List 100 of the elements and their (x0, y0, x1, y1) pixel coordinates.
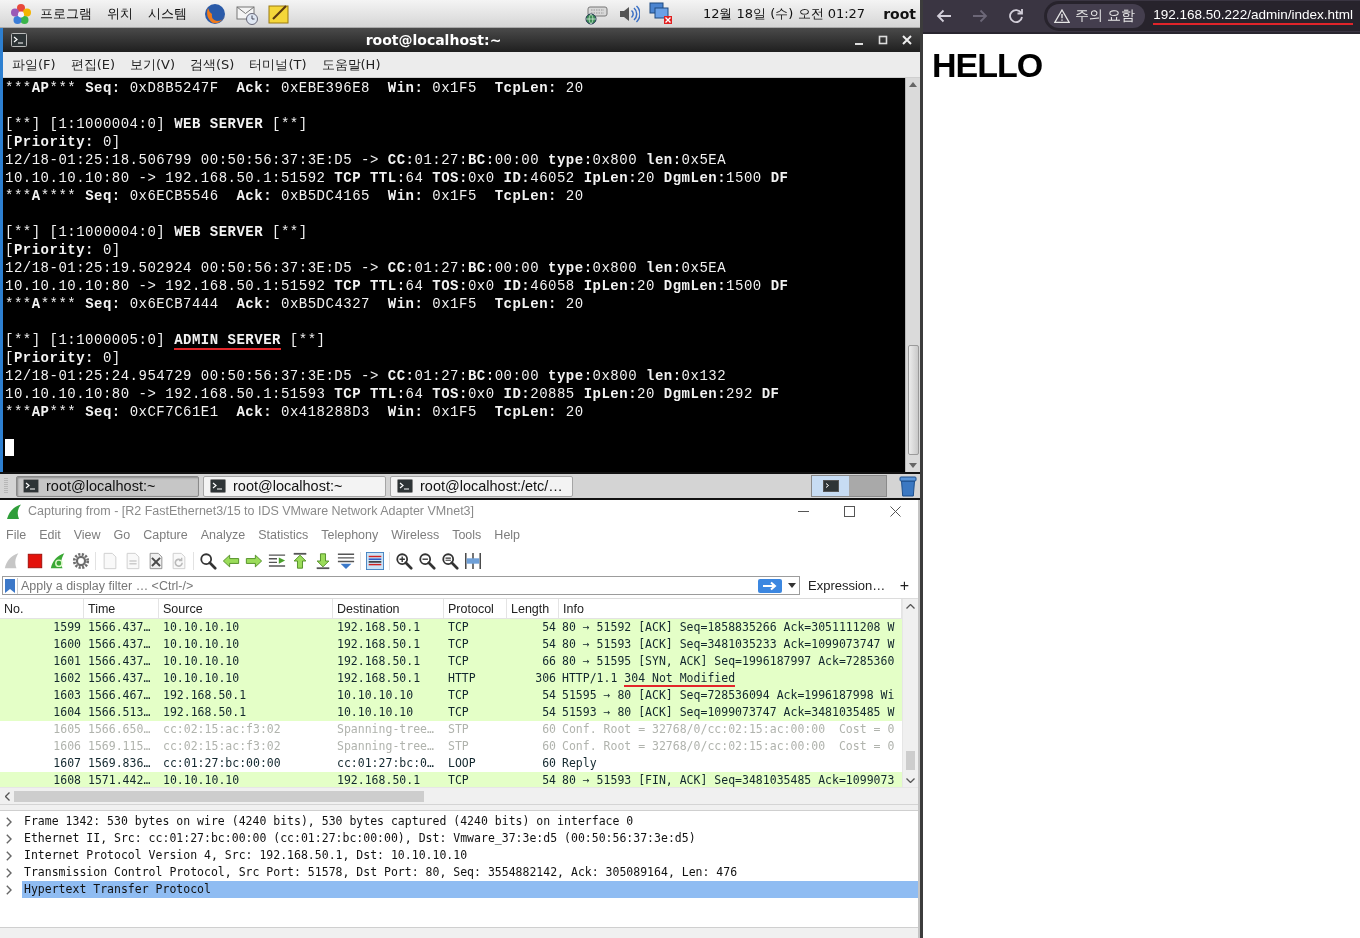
packet-row[interactable]: 1604 1566.513… 192.168.50.1 10.10.10.10 TCP 54 51593 → 80 [ACK] Seq=1099073747 Ack=3481035485 W (0, 704, 902, 721)
browser-icon[interactable] (204, 2, 226, 25)
url-text[interactable]: 192.168.50.222/admin/index.html (1153, 7, 1353, 25)
menu-item[interactable]: 검색(S) (185, 53, 240, 76)
minimize-icon[interactable] (797, 510, 809, 512)
expression-button[interactable]: Expression… (808, 578, 886, 593)
chevron-right-icon[interactable] (6, 867, 12, 878)
filter-field[interactable]: Apply a display filter … <Ctrl-/> (17, 577, 758, 594)
menu-item[interactable]: 위치 (107, 4, 133, 23)
chevron-right-icon[interactable] (6, 816, 12, 827)
chevron-right-icon[interactable] (6, 833, 12, 844)
menu-item[interactable]: Telephony (321, 528, 379, 542)
column-header[interactable]: Protocol (444, 599, 507, 618)
lines-down-icon[interactable] (337, 551, 355, 570)
menu-item[interactable]: 파일(F) (7, 53, 61, 76)
taskbar-button[interactable]: root@localhost:/etc/… (390, 475, 573, 497)
column-header[interactable]: Length (507, 599, 559, 618)
menu-item[interactable]: Go (113, 528, 131, 542)
workspace-cell[interactable] (812, 476, 849, 496)
column-header[interactable]: Source (159, 599, 333, 618)
document-close-icon[interactable] (147, 551, 165, 570)
menu-item[interactable]: 시스템 (148, 4, 187, 23)
menu-item[interactable]: Help (494, 528, 521, 542)
packet-row[interactable]: 1601 1566.437… 10.10.10.10 192.168.50.1 TCP 66 80 → 51595 [SYN, ACK] Seq=1996187997 Ack=7285360 (0, 653, 902, 670)
chevron-right-icon[interactable] (6, 884, 12, 895)
scrollbar-thumb[interactable] (906, 751, 915, 770)
table-cell-text: 1601 (52, 653, 82, 670)
table-cell-text: LOOP (447, 755, 477, 772)
scroll-down-icon[interactable] (906, 778, 915, 783)
trash-icon[interactable] (899, 475, 917, 497)
packet-row[interactable]: 1603 1566.467… 192.168.50.1 10.10.10.10 TCP 54 51595 → 80 [ACK] Seq=728536094 Ack=1996187998 Wi (0, 687, 902, 704)
menu-item[interactable]: Tools (452, 528, 482, 542)
menu-item[interactable]: Wireless (391, 528, 440, 542)
scroll-left-icon[interactable] (5, 791, 10, 801)
zoom-reset-icon[interactable] (441, 551, 459, 570)
taskbar-button[interactable]: root@localhost:~ (203, 475, 386, 497)
scroll-up-icon[interactable] (909, 82, 917, 87)
gear-icon[interactable] (72, 551, 90, 570)
taskbar-button[interactable]: root@localhost:~ (16, 475, 199, 497)
monitor-error-icon[interactable] (648, 2, 673, 25)
bookmark-icon[interactable] (5, 578, 15, 593)
menu-item[interactable]: 보기(V) (125, 53, 181, 76)
menu-item[interactable]: File (6, 528, 27, 542)
striped-lines-icon[interactable] (366, 551, 384, 570)
menu-item[interactable]: 프로그램 (40, 4, 92, 23)
jump-lines-icon[interactable] (268, 551, 286, 570)
user-name[interactable]: root (883, 5, 916, 22)
menu-item[interactable]: View (73, 528, 101, 542)
add-button[interactable]: + (899, 577, 909, 594)
table-cell-text: TCP (447, 653, 470, 670)
security-chip[interactable]: 주의 요함 (1047, 4, 1146, 28)
packet-row[interactable]: 1600 1566.437… 10.10.10.10 192.168.50.1 TCP 54 80 → 51593 [ACK] Seq=3481035233 Ack=1099073747 W (0, 636, 902, 653)
maximize-icon[interactable] (843, 505, 855, 517)
address-bar[interactable]: 주의 요함 192.168.50.222/admin/index.html (1044, 1, 1360, 31)
resize-columns-icon[interactable] (464, 551, 482, 570)
menu-item[interactable]: Statistics (258, 528, 309, 542)
scroll-up-icon[interactable] (906, 604, 915, 609)
tree-item[interactable]: Frame 1342: 530 bytes on wire (4240 bits), 530 bytes captured (4240 bits) on interface 0 (22, 813, 638, 830)
close-icon[interactable] (889, 505, 901, 517)
menu-item[interactable]: 편집(E) (65, 53, 120, 76)
column-header[interactable]: Destination (333, 599, 444, 618)
tree-item[interactable]: Internet Protocol Version 4, Src: 192.168.50.1, Dst: 10.10.10.10 (22, 847, 472, 864)
arrow-up-bar-icon[interactable] (291, 551, 309, 570)
menu-item[interactable]: 터미널(T) (244, 53, 312, 76)
tree-item[interactable]: Ethernet II, Src: cc:01:27:bc:00:00 (cc:01:27:bc:00:00), Dst: Vmware_37:3e:d5 (00:50:56:37:3e:d5) (22, 830, 700, 847)
menu-item[interactable]: Analyze (200, 528, 246, 542)
stop-icon[interactable] (26, 551, 44, 570)
scrollbar-thumb[interactable] (14, 790, 424, 802)
arrow-down-bar-icon[interactable] (314, 551, 332, 570)
table-cell-text: 1566.437… (87, 653, 152, 670)
column-header[interactable]: Time (84, 599, 159, 618)
zoom-in-icon[interactable] (395, 551, 413, 570)
terminal-icon[interactable] (11, 33, 27, 47)
chevron-right-icon[interactable] (6, 850, 12, 861)
reload-icon[interactable] (1008, 8, 1024, 24)
flower-logo-icon[interactable] (10, 2, 32, 25)
notepad-pencil-icon[interactable] (268, 2, 290, 25)
terminal-line: 10.10.10.10:80 -> 192.168.50.1:51592 TCP TTL:64 TOS:0x0 ID:46058 IpLen:20 DgmLen:1500 DF (5, 277, 789, 295)
table-cell-text: cc:02:15:ac:f3:02 (162, 721, 282, 738)
menu-item[interactable]: Edit (39, 528, 61, 542)
workspace-cell[interactable] (849, 476, 886, 496)
packet-row[interactable]: 1599 1566.437… 10.10.10.10 192.168.50.1 TCP 54 80 → 51592 [ACK] Seq=1858835266 Ack=3051111208 W (0, 619, 902, 636)
arrow-right-icon[interactable] (245, 551, 263, 570)
arrow-left-icon[interactable] (222, 551, 240, 570)
scrollbar-thumb[interactable] (907, 345, 919, 455)
clock-text[interactable]: 12월 18일 (수) 오전 01:27 (702, 4, 866, 23)
caret-icon[interactable] (788, 583, 796, 588)
tree-item[interactable]: Transmission Control Protocol, Src Port: 51578, Dst Port: 80, Seq: 3554882142, Ack: 305089164, Len: 476 (22, 864, 742, 881)
packet-row[interactable]: 1602 1566.437… 10.10.10.10 192.168.50.1 HTTP 306 HTTP/1.1 304 Not Modified (0, 670, 902, 687)
column-header[interactable]: No. (0, 599, 84, 618)
restart-icon[interactable] (49, 551, 67, 570)
menu-item[interactable]: 도움말(H) (316, 53, 386, 76)
table-cell-text: 1604 (52, 704, 82, 721)
menu-item[interactable]: Capture (143, 528, 188, 542)
filter-bar[interactable]: Apply a display filter … <Ctrl-/> (2, 576, 800, 595)
search-icon[interactable] (199, 551, 217, 570)
scroll-down-icon[interactable] (909, 463, 917, 468)
tree-item[interactable]: Hypertext Transfer Protocol (22, 881, 918, 898)
zoom-out-icon[interactable] (418, 551, 436, 570)
back-arrow-icon[interactable] (936, 8, 952, 24)
